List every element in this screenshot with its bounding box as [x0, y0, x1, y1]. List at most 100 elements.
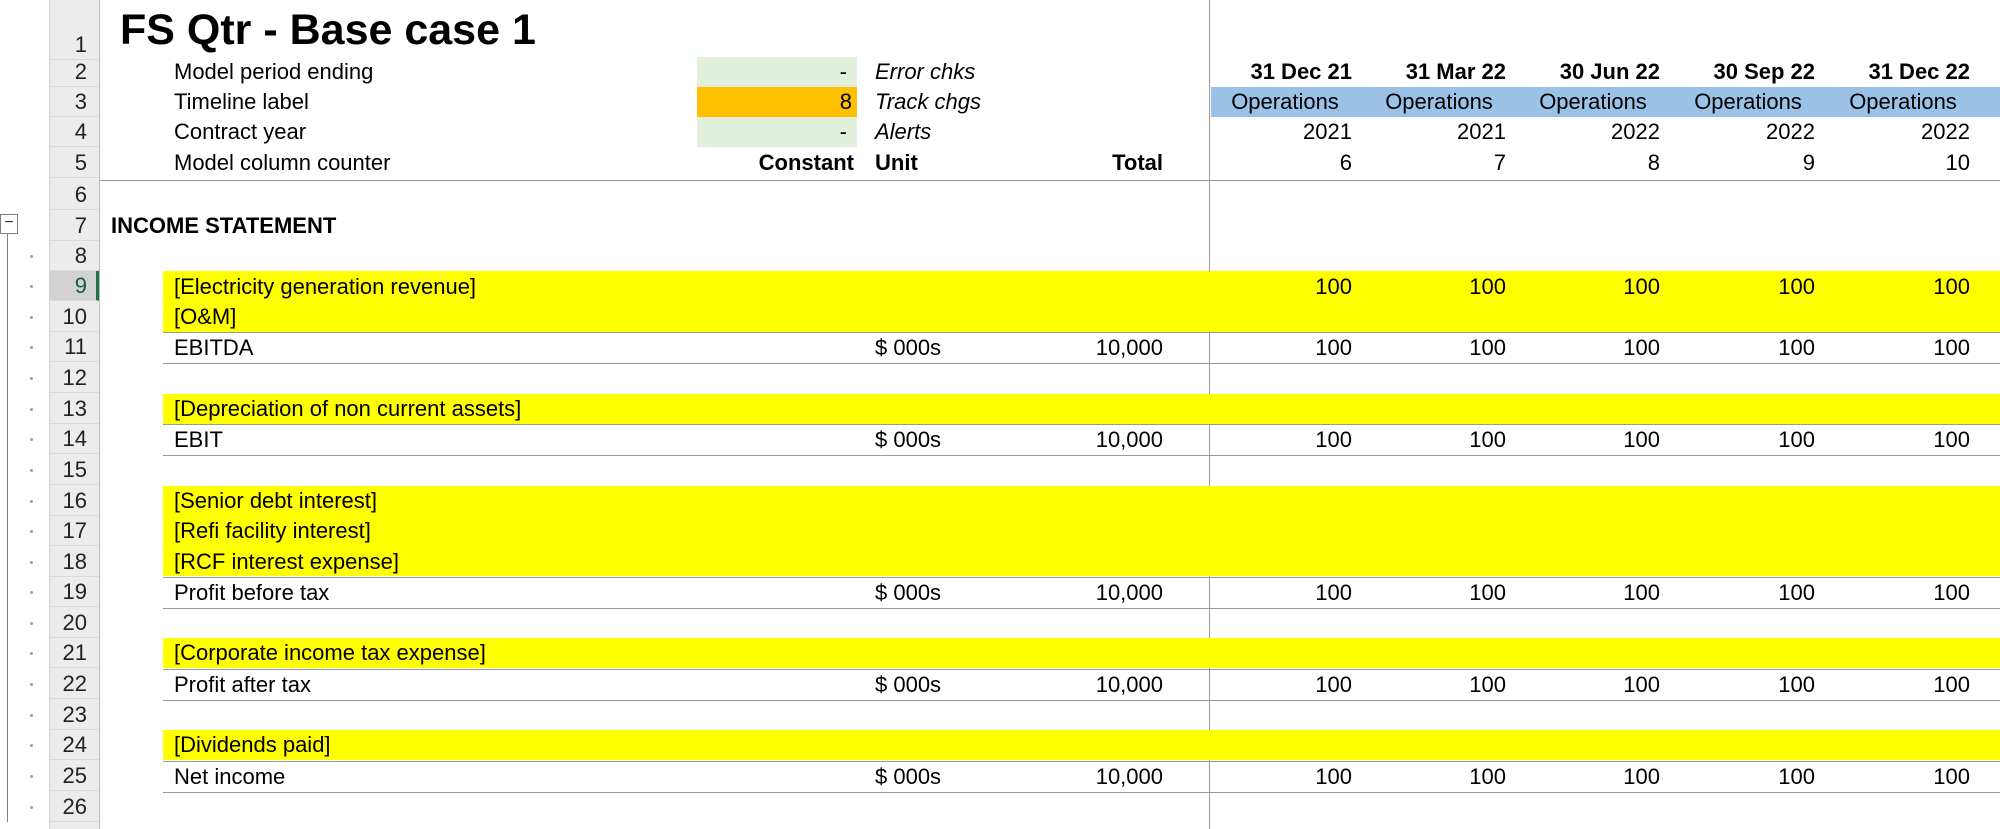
- ebitda-value[interactable]: 100: [1820, 333, 1970, 363]
- period-counter[interactable]: 10: [1820, 148, 1970, 178]
- net-income-value[interactable]: 100: [1665, 762, 1815, 792]
- period-counter[interactable]: 8: [1510, 148, 1660, 178]
- rcf-interest-label[interactable]: [RCF interest expense]: [174, 547, 399, 577]
- period-phase-label[interactable]: Operations: [1362, 87, 1516, 117]
- row-number[interactable]: 24: [50, 730, 99, 760]
- pat-value[interactable]: 100: [1820, 670, 1970, 700]
- revenue-value[interactable]: 100: [1356, 272, 1506, 302]
- row-number[interactable]: 8: [50, 241, 99, 271]
- pat-total[interactable]: 10,000: [1000, 670, 1163, 700]
- net-income-value[interactable]: 100: [1356, 762, 1506, 792]
- ebit-label[interactable]: EBIT: [174, 425, 223, 455]
- ebit-value[interactable]: 100: [1202, 425, 1352, 455]
- pbt-unit[interactable]: $ 000s: [875, 578, 941, 608]
- ebit-value[interactable]: 100: [1665, 425, 1815, 455]
- period-date-header[interactable]: 30 Jun 22: [1510, 57, 1660, 87]
- row-number[interactable]: 1: [50, 30, 99, 60]
- row-number[interactable]: 9: [50, 271, 99, 301]
- row-number[interactable]: 10: [50, 302, 99, 332]
- pat-value[interactable]: 100: [1356, 670, 1506, 700]
- row-number[interactable]: 11: [50, 332, 99, 362]
- pat-value[interactable]: 100: [1202, 670, 1352, 700]
- ebit-value[interactable]: 100: [1510, 425, 1660, 455]
- period-year[interactable]: 2022: [1820, 117, 1970, 147]
- ebitda-label[interactable]: EBITDA: [174, 333, 253, 363]
- period-phase-label[interactable]: Operations: [1826, 87, 1980, 117]
- ebitda-total[interactable]: 10,000: [1000, 333, 1163, 363]
- ebit-value[interactable]: 100: [1820, 425, 1970, 455]
- row-number[interactable]: 21: [50, 638, 99, 668]
- net-income-value[interactable]: 100: [1510, 762, 1660, 792]
- ebitda-value[interactable]: 100: [1665, 333, 1815, 363]
- row-number[interactable]: 25: [50, 761, 99, 791]
- pbt-label[interactable]: Profit before tax: [174, 578, 329, 608]
- ebitda-unit[interactable]: $ 000s: [875, 333, 941, 363]
- period-counter[interactable]: 6: [1202, 148, 1352, 178]
- pbt-total[interactable]: 10,000: [1000, 578, 1163, 608]
- dividends-label[interactable]: [Dividends paid]: [174, 730, 331, 760]
- row-number[interactable]: 4: [50, 117, 99, 147]
- row-number[interactable]: 14: [50, 424, 99, 454]
- row-number[interactable]: 7: [50, 211, 99, 241]
- period-counter[interactable]: 9: [1665, 148, 1815, 178]
- period-year[interactable]: 2022: [1510, 117, 1660, 147]
- electricity-revenue-label[interactable]: [Electricity generation revenue]: [174, 272, 476, 302]
- row-number[interactable]: 13: [50, 394, 99, 424]
- row-number[interactable]: 20: [50, 608, 99, 638]
- pat-value[interactable]: 100: [1665, 670, 1815, 700]
- row-number[interactable]: 26: [50, 792, 99, 822]
- row-number[interactable]: 5: [50, 148, 99, 178]
- period-date-header[interactable]: 31 Dec 21: [1202, 57, 1352, 87]
- depreciation-label[interactable]: [Depreciation of non current assets]: [174, 394, 521, 424]
- net-income-total[interactable]: 10,000: [1000, 762, 1163, 792]
- outline-collapse-button[interactable]: −: [0, 214, 18, 234]
- pat-unit[interactable]: $ 000s: [875, 670, 941, 700]
- tax-label[interactable]: [Corporate income tax expense]: [174, 638, 486, 668]
- ebitda-value[interactable]: 100: [1510, 333, 1660, 363]
- row-number[interactable]: 22: [50, 669, 99, 699]
- pat-label[interactable]: Profit after tax: [174, 670, 311, 700]
- refi-interest-label[interactable]: [Refi facility interest]: [174, 516, 371, 546]
- pbt-value[interactable]: 100: [1356, 578, 1506, 608]
- ebit-value[interactable]: 100: [1356, 425, 1506, 455]
- senior-debt-interest-label[interactable]: [Senior debt interest]: [174, 486, 377, 516]
- ebitda-value[interactable]: 100: [1202, 333, 1352, 363]
- revenue-value[interactable]: 100: [1202, 272, 1352, 302]
- period-phase-label[interactable]: Operations: [1208, 87, 1362, 117]
- net-income-label[interactable]: Net income: [174, 762, 285, 792]
- period-date-header[interactable]: 31 Mar 22: [1356, 57, 1506, 87]
- period-phase-label[interactable]: Operations: [1671, 87, 1825, 117]
- period-date-header[interactable]: 31 Dec 22: [1820, 57, 1970, 87]
- net-income-unit[interactable]: $ 000s: [875, 762, 941, 792]
- pbt-value[interactable]: 100: [1665, 578, 1815, 608]
- period-year[interactable]: 2021: [1202, 117, 1352, 147]
- period-year[interactable]: 2021: [1356, 117, 1506, 147]
- period-counter[interactable]: 7: [1356, 148, 1506, 178]
- revenue-value[interactable]: 100: [1510, 272, 1660, 302]
- pbt-value[interactable]: 100: [1202, 578, 1352, 608]
- period-year[interactable]: 2022: [1665, 117, 1815, 147]
- revenue-value[interactable]: 100: [1820, 272, 1970, 302]
- ebit-unit[interactable]: $ 000s: [875, 425, 941, 455]
- pat-value[interactable]: 100: [1510, 670, 1660, 700]
- row-number[interactable]: 18: [50, 547, 99, 577]
- row-number[interactable]: 19: [50, 577, 99, 607]
- row-number[interactable]: 2: [50, 57, 99, 87]
- period-phase-label[interactable]: Operations: [1516, 87, 1670, 117]
- om-label[interactable]: [O&M]: [174, 302, 236, 332]
- pbt-value[interactable]: 100: [1820, 578, 1970, 608]
- row-number[interactable]: 17: [50, 516, 99, 546]
- row-number[interactable]: 16: [50, 486, 99, 516]
- revenue-value[interactable]: 100: [1665, 272, 1815, 302]
- net-income-value[interactable]: 100: [1820, 762, 1970, 792]
- row-number[interactable]: 15: [50, 455, 99, 485]
- net-income-value[interactable]: 100: [1202, 762, 1352, 792]
- row-number[interactable]: 12: [50, 363, 99, 393]
- period-date-header[interactable]: 30 Sep 22: [1665, 57, 1815, 87]
- row-number[interactable]: 3: [50, 87, 99, 117]
- ebit-total[interactable]: 10,000: [1000, 425, 1163, 455]
- row-number[interactable]: 6: [50, 180, 99, 210]
- row-number[interactable]: 23: [50, 700, 99, 730]
- ebitda-value[interactable]: 100: [1356, 333, 1506, 363]
- pbt-value[interactable]: 100: [1510, 578, 1660, 608]
